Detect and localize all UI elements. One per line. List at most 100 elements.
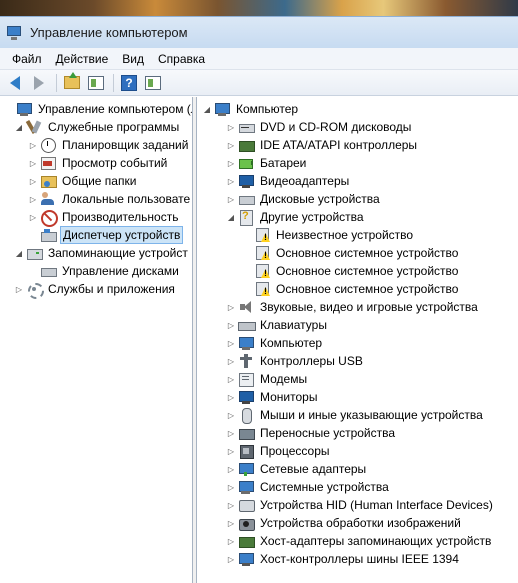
collapsed-arrow-icon[interactable]: ▷ [226, 514, 236, 532]
collapsed-arrow-icon[interactable]: ▷ [226, 334, 236, 352]
expanded-arrow-icon[interactable]: ◢ [14, 244, 24, 262]
device-label: Переносные устройства [260, 426, 396, 440]
console-tree-item[interactable]: ▷ Службы и приложения [14, 280, 177, 299]
console-tree-item-label: Производительность [62, 210, 179, 224]
collapsed-arrow-icon[interactable]: ▷ [226, 352, 236, 370]
forward-arrow-icon [34, 75, 44, 90]
help-icon: ? [121, 74, 137, 91]
menu-view[interactable]: Вид [116, 50, 150, 68]
collapsed-arrow-icon[interactable]: ▷ [226, 478, 236, 496]
device-category[interactable]: ▷ Видеоадаптеры [226, 172, 351, 190]
device-item[interactable]: Неизвестное устройство [242, 226, 415, 244]
device-label: Видеоадаптеры [260, 174, 350, 188]
device-label: Компьютер [260, 336, 323, 350]
pane-splitter[interactable] [193, 97, 197, 583]
console-tree-item[interactable]: ◢ Служебные программы [14, 118, 181, 136]
show-hide-tree-button[interactable] [85, 73, 107, 93]
console-tree-item[interactable]: ▷ Производительность [28, 208, 180, 227]
device-category[interactable]: ▷ IDE ATA/ATAPI контроллеры [226, 136, 419, 154]
collapsed-arrow-icon[interactable]: ▷ [226, 532, 236, 550]
device-tree-root[interactable]: ◢ Компьютер [202, 100, 300, 118]
device-category[interactable]: ▷ Переносные устройства [226, 424, 397, 442]
collapsed-arrow-icon[interactable]: ▷ [226, 424, 236, 442]
ieee1394-icon [238, 551, 254, 567]
device-label: Мониторы [260, 390, 318, 404]
device-category[interactable]: ▷ Клавиатуры [226, 316, 329, 334]
collapsed-arrow-icon[interactable]: ▷ [226, 172, 236, 190]
console-tree-item[interactable]: ▷ Локальные пользовате [28, 190, 192, 208]
device-item[interactable]: Основное системное устройство [242, 280, 460, 298]
show-hide-action-pane-button[interactable] [142, 73, 164, 93]
menu-file[interactable]: Файл [6, 50, 48, 68]
device-category[interactable]: ▷ DVD и CD-ROM дисководы [226, 118, 413, 136]
storage-controller-icon [238, 533, 255, 549]
device-category[interactable]: ▷ Контроллеры USB [226, 352, 365, 370]
collapsed-arrow-icon[interactable]: ▷ [28, 172, 38, 190]
up-level-button[interactable] [61, 72, 83, 93]
collapsed-arrow-icon[interactable]: ▷ [226, 190, 236, 208]
device-item[interactable]: Основное системное устройство [242, 244, 460, 262]
device-label: Хост-адаптеры запоминающих устройств [260, 534, 492, 548]
sound-icon [238, 299, 254, 315]
collapsed-arrow-icon[interactable]: ▷ [226, 460, 236, 478]
console-tree-item-label: Локальные пользовате [62, 192, 191, 206]
device-tree-pane: ◢ Компьютер ▷ DVD и CD-ROM дисководы ▷ IDE AT… [198, 97, 518, 583]
console-tree-item[interactable]: ▷ Общие папки [28, 172, 138, 190]
expanded-arrow-icon[interactable]: ◢ [202, 100, 212, 118]
collapsed-arrow-icon[interactable]: ▷ [226, 154, 236, 172]
console-tree-item[interactable]: Управление компьютером (л [4, 100, 192, 118]
collapsed-arrow-icon[interactable]: ▷ [226, 298, 236, 316]
device-category[interactable]: ▷ Процессоры [226, 442, 332, 460]
device-category[interactable]: ▷ Сетевые адаптеры [226, 460, 368, 478]
collapsed-arrow-icon[interactable]: ▷ [226, 370, 236, 388]
collapsed-arrow-icon[interactable]: ▷ [226, 406, 236, 424]
console-tree-item[interactable]: ▷ Планировщик заданий [28, 136, 190, 154]
collapsed-arrow-icon[interactable]: ▷ [226, 316, 236, 334]
collapsed-arrow-icon[interactable]: ▷ [28, 208, 38, 226]
services-icon [26, 281, 44, 299]
collapsed-arrow-icon[interactable]: ▷ [226, 118, 236, 136]
collapsed-arrow-icon[interactable]: ▷ [226, 388, 236, 406]
toolbar: ? [0, 70, 518, 96]
collapsed-arrow-icon[interactable]: ▷ [14, 280, 24, 298]
clock-icon [40, 137, 56, 153]
device-category[interactable]: ▷ Батареи [226, 154, 308, 172]
expanded-arrow-icon[interactable]: ◢ [14, 118, 24, 136]
collapsed-arrow-icon[interactable]: ▷ [226, 496, 236, 514]
collapsed-arrow-icon[interactable]: ▷ [226, 550, 236, 568]
device-category[interactable]: ▷ Модемы [226, 370, 309, 388]
processor-icon [238, 443, 254, 459]
device-category[interactable]: ▷ Мыши и иные указывающие устройства [226, 406, 485, 424]
device-category[interactable]: ▷ Мониторы [226, 388, 319, 406]
menu-help[interactable]: Справка [152, 50, 211, 68]
collapsed-arrow-icon[interactable]: ▷ [28, 136, 38, 154]
collapsed-arrow-icon[interactable]: ▷ [226, 136, 236, 154]
collapsed-arrow-icon[interactable]: ▷ [28, 154, 38, 172]
device-category[interactable]: ▷ Устройства HID (Human Interface Devices… [226, 496, 495, 514]
device-category[interactable]: ▷ Системные устройства [226, 478, 391, 496]
device-category[interactable]: ▷ Звуковые, видео и игровые устройства [226, 298, 480, 316]
device-category[interactable]: ◢ Другие устройства [226, 208, 366, 226]
forward-button[interactable] [28, 73, 50, 93]
shared-folders-icon [40, 173, 57, 189]
video-adapter-icon [238, 173, 254, 189]
console-tree-item[interactable]: ▷ Просмотр событий [28, 154, 169, 172]
device-category[interactable]: ▷ Дисковые устройства [226, 190, 382, 208]
console-tree-item[interactable]: Диспетчер устройств [28, 226, 184, 244]
device-item[interactable]: Основное системное устройство [242, 262, 460, 280]
device-category[interactable]: ▷ Хост-адаптеры запоминающих устройств [226, 532, 493, 550]
device-category[interactable]: ▷ Компьютер [226, 334, 324, 352]
help-button[interactable]: ? [118, 73, 140, 93]
device-category[interactable]: ▷ Хост-контроллеры шины IEEE 1394 [226, 550, 461, 568]
back-button[interactable] [4, 73, 26, 93]
title-bar[interactable]: Управление компьютером [0, 16, 518, 48]
collapsed-arrow-icon[interactable]: ▷ [226, 442, 236, 460]
menu-action[interactable]: Действие [50, 50, 115, 68]
console-tree-item[interactable]: ◢ Запоминающие устройст [14, 244, 190, 262]
expanded-arrow-icon[interactable]: ◢ [226, 208, 236, 226]
device-category[interactable]: ▷ Устройства обработки изображений [226, 514, 463, 532]
device-label: DVD и CD-ROM дисководы [260, 120, 412, 134]
collapsed-arrow-icon[interactable]: ▷ [28, 190, 38, 208]
console-tree-item[interactable]: Управление дисками [28, 262, 181, 280]
